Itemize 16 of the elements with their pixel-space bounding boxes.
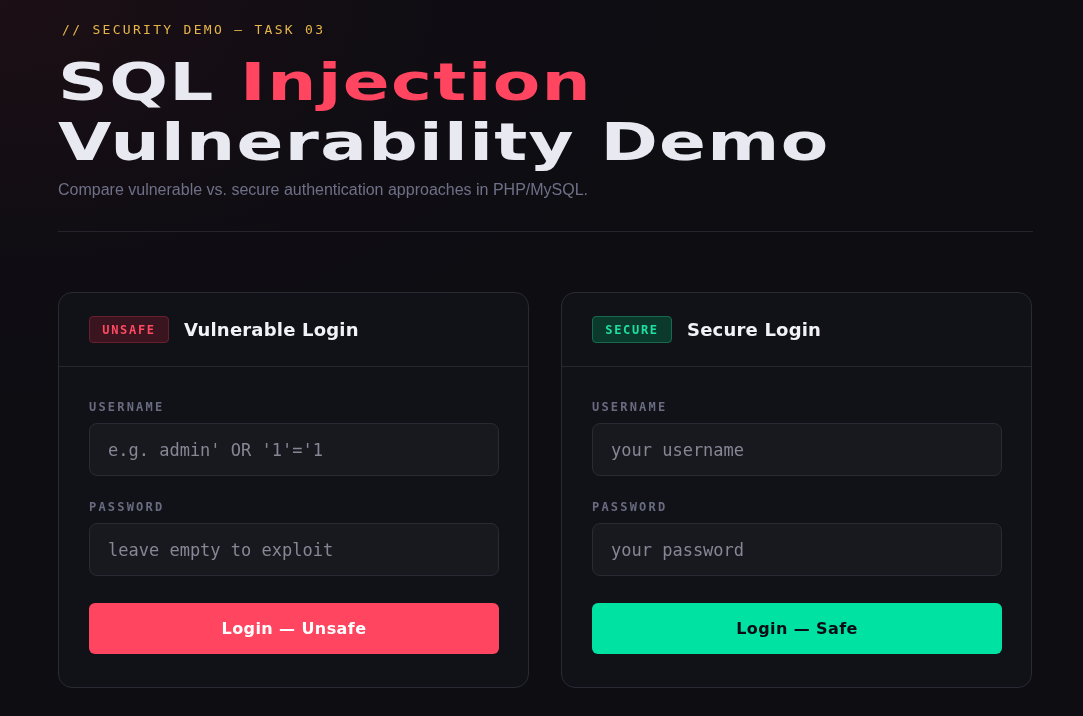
input-field[interactable]: your password [592,523,1002,576]
page-title: SQL Injection Vulnerability Demo [58,52,831,172]
input-field[interactable]: leave empty to exploit [89,523,499,576]
field-label: USERNAME [592,400,668,414]
card-title: Secure Login [687,319,822,340]
page-subtitle: Compare vulnerable vs. secure authentication approaches in PHP/MySQL. [58,180,589,200]
login-button[interactable]: Login — Safe [592,603,1002,654]
input-field[interactable]: your username [592,423,1002,476]
input-field[interactable]: e.g. admin' OR '1'='1 [89,423,499,476]
field-label: PASSWORD [592,500,668,514]
card-title: Vulnerable Login [184,319,359,340]
field-label: USERNAME [89,400,165,414]
status-badge: SECURE [592,316,672,343]
status-badge: UNSAFE [89,316,169,343]
field-label: PASSWORD [89,500,165,514]
eyebrow-label: // SECURITY DEMO — TASK 03 [61,22,326,38]
